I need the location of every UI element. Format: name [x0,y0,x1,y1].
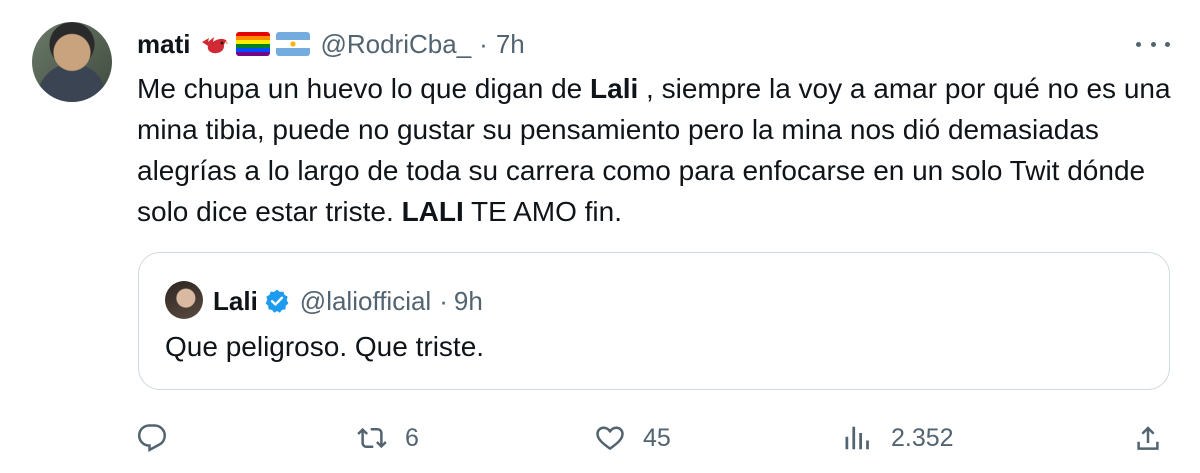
avatar[interactable] [32,22,112,102]
argentina-flag-icon [276,32,311,56]
views-count: 2.352 [891,423,954,452]
author-handle[interactable]: @RodriCba_ [320,29,471,60]
dot [1165,41,1170,47]
verified-badge-icon [265,289,289,313]
quoted-tweet[interactable]: Lali @laliofficial · 9h Que peligroso. Q… [138,252,1170,390]
tweet-header: mati @RodriCba_ · 7h [137,26,525,62]
tweet-text-segment: TE AMO fin. [463,196,622,227]
share-icon [1137,426,1159,450]
retweet-button[interactable]: 6 [357,418,419,458]
quoted-tweet-time[interactable]: 9h [454,286,483,317]
quoted-author-name[interactable]: Lali [213,286,258,317]
quoted-avatar[interactable] [165,281,203,319]
share-button[interactable] [1133,418,1163,458]
retweet-count: 6 [405,423,419,452]
tweet-text: Me chupa un huevo lo que digan de Lali ,… [137,68,1177,232]
separator-dot: · [439,285,448,316]
heart-icon [596,426,624,450]
like-count: 45 [643,423,671,452]
quoted-tweet-text: Que peligroso. Que triste. [165,331,485,362]
reply-icon [137,424,167,452]
quoted-author-handle[interactable]: @laliofficial [300,286,431,317]
views-button[interactable]: 2.352 [843,418,954,458]
tweet-text-bold: LALI [401,196,464,227]
tweet-time[interactable]: 7h [496,29,525,60]
dot [1136,41,1141,47]
tweet-text-segment: Me chupa un huevo lo que digan de [137,73,591,104]
quoted-header: Lali @laliofficial · 9h [213,283,483,319]
action-bar: 6 45 2.352 [137,418,1177,458]
rainbow-flag-icon [236,32,271,56]
tweet-text-mention: Lali [590,73,639,104]
dot [1150,41,1156,47]
retweet-icon [357,427,387,449]
views-icon [845,426,869,450]
like-button[interactable]: 45 [595,418,671,458]
red-bird-icon [202,37,230,54]
reply-button[interactable] [137,418,185,458]
name-emojis [200,32,311,56]
more-options-icon[interactable] [1136,32,1170,56]
separator-dot: · [479,28,488,59]
author-name[interactable]: mati [137,29,190,60]
